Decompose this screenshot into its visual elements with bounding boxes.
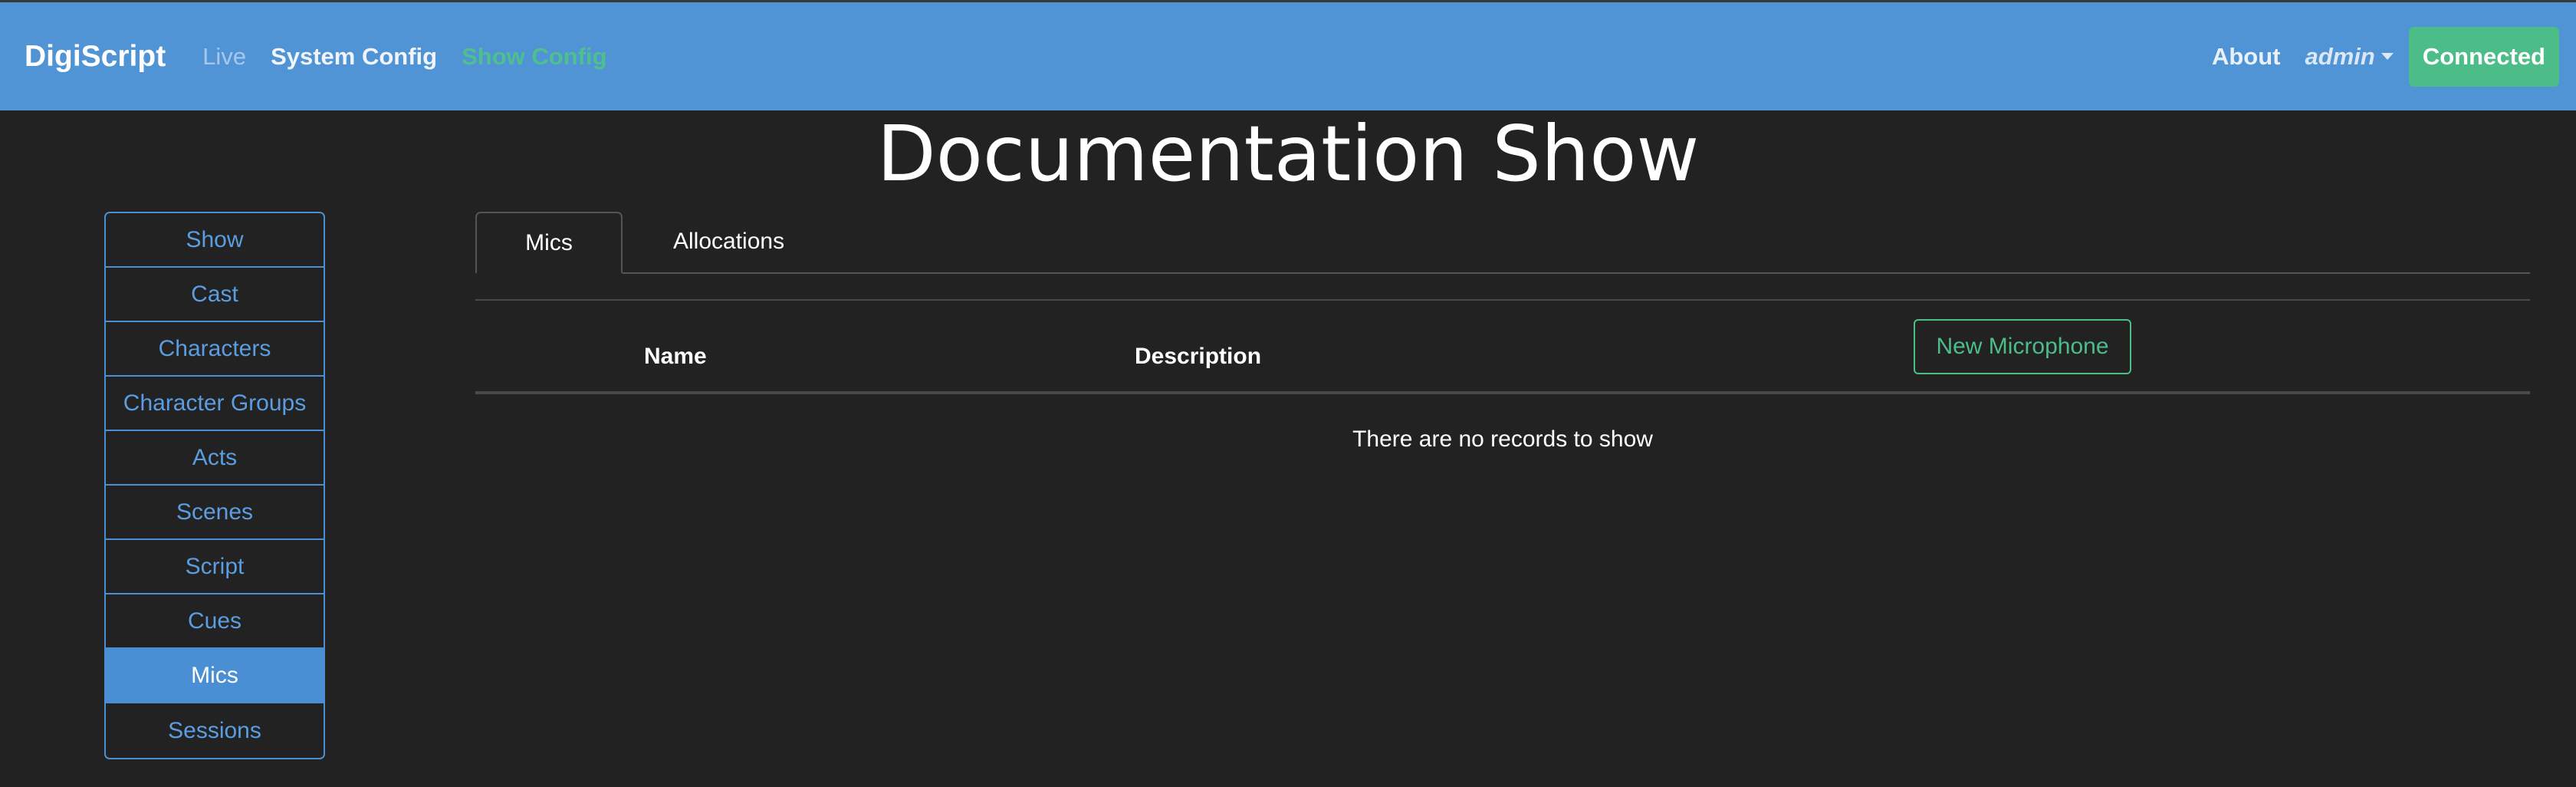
table-header: Name Description New Microphone xyxy=(475,299,2530,394)
config-sidebar: Show Cast Characters Character Groups Ac… xyxy=(104,212,325,759)
mics-table: Name Description New Microphone There ar… xyxy=(475,299,2530,453)
connection-status-badge: Connected xyxy=(2408,26,2559,87)
tab-allocations[interactable]: Allocations xyxy=(623,210,835,272)
top-navbar: DigiScript Live System Config Show Confi… xyxy=(0,0,2576,110)
nav-link-show-config[interactable]: Show Config xyxy=(462,43,606,71)
sidebar-item-mics[interactable]: Mics xyxy=(106,649,324,703)
sidebar-item-acts[interactable]: Acts xyxy=(106,431,324,486)
sidebar-item-script[interactable]: Script xyxy=(106,540,324,594)
column-header-description[interactable]: Description xyxy=(1135,344,1261,370)
sidebar-item-cast[interactable]: Cast xyxy=(106,268,324,322)
nav-link-live[interactable]: Live xyxy=(202,43,246,71)
sidebar-item-scenes[interactable]: Scenes xyxy=(106,486,324,540)
user-name: admin xyxy=(2305,42,2375,70)
nav-link-system-config[interactable]: System Config xyxy=(271,43,437,71)
sidebar-item-characters[interactable]: Characters xyxy=(106,322,324,377)
sidebar-item-character-groups[interactable]: Character Groups xyxy=(106,377,324,431)
tab-mics[interactable]: Mics xyxy=(475,212,623,274)
nav-link-about[interactable]: About xyxy=(2212,43,2281,71)
tab-bar: Mics Allocations xyxy=(475,212,2530,274)
column-header-name[interactable]: Name xyxy=(644,344,707,370)
user-menu[interactable]: admin xyxy=(2305,43,2394,71)
sidebar-item-cues[interactable]: Cues xyxy=(106,594,324,649)
empty-table-message: There are no records to show xyxy=(1352,426,1653,452)
page-title: Documentation Show xyxy=(876,109,1700,199)
sidebar-item-show[interactable]: Show xyxy=(106,213,324,268)
new-microphone-button[interactable]: New Microphone xyxy=(1914,319,2131,374)
sidebar-item-sessions[interactable]: Sessions xyxy=(106,703,324,758)
chevron-down-icon xyxy=(2380,53,2394,60)
brand-logo[interactable]: DigiScript xyxy=(25,40,166,74)
navbar-right: About admin Connected xyxy=(2212,26,2559,87)
